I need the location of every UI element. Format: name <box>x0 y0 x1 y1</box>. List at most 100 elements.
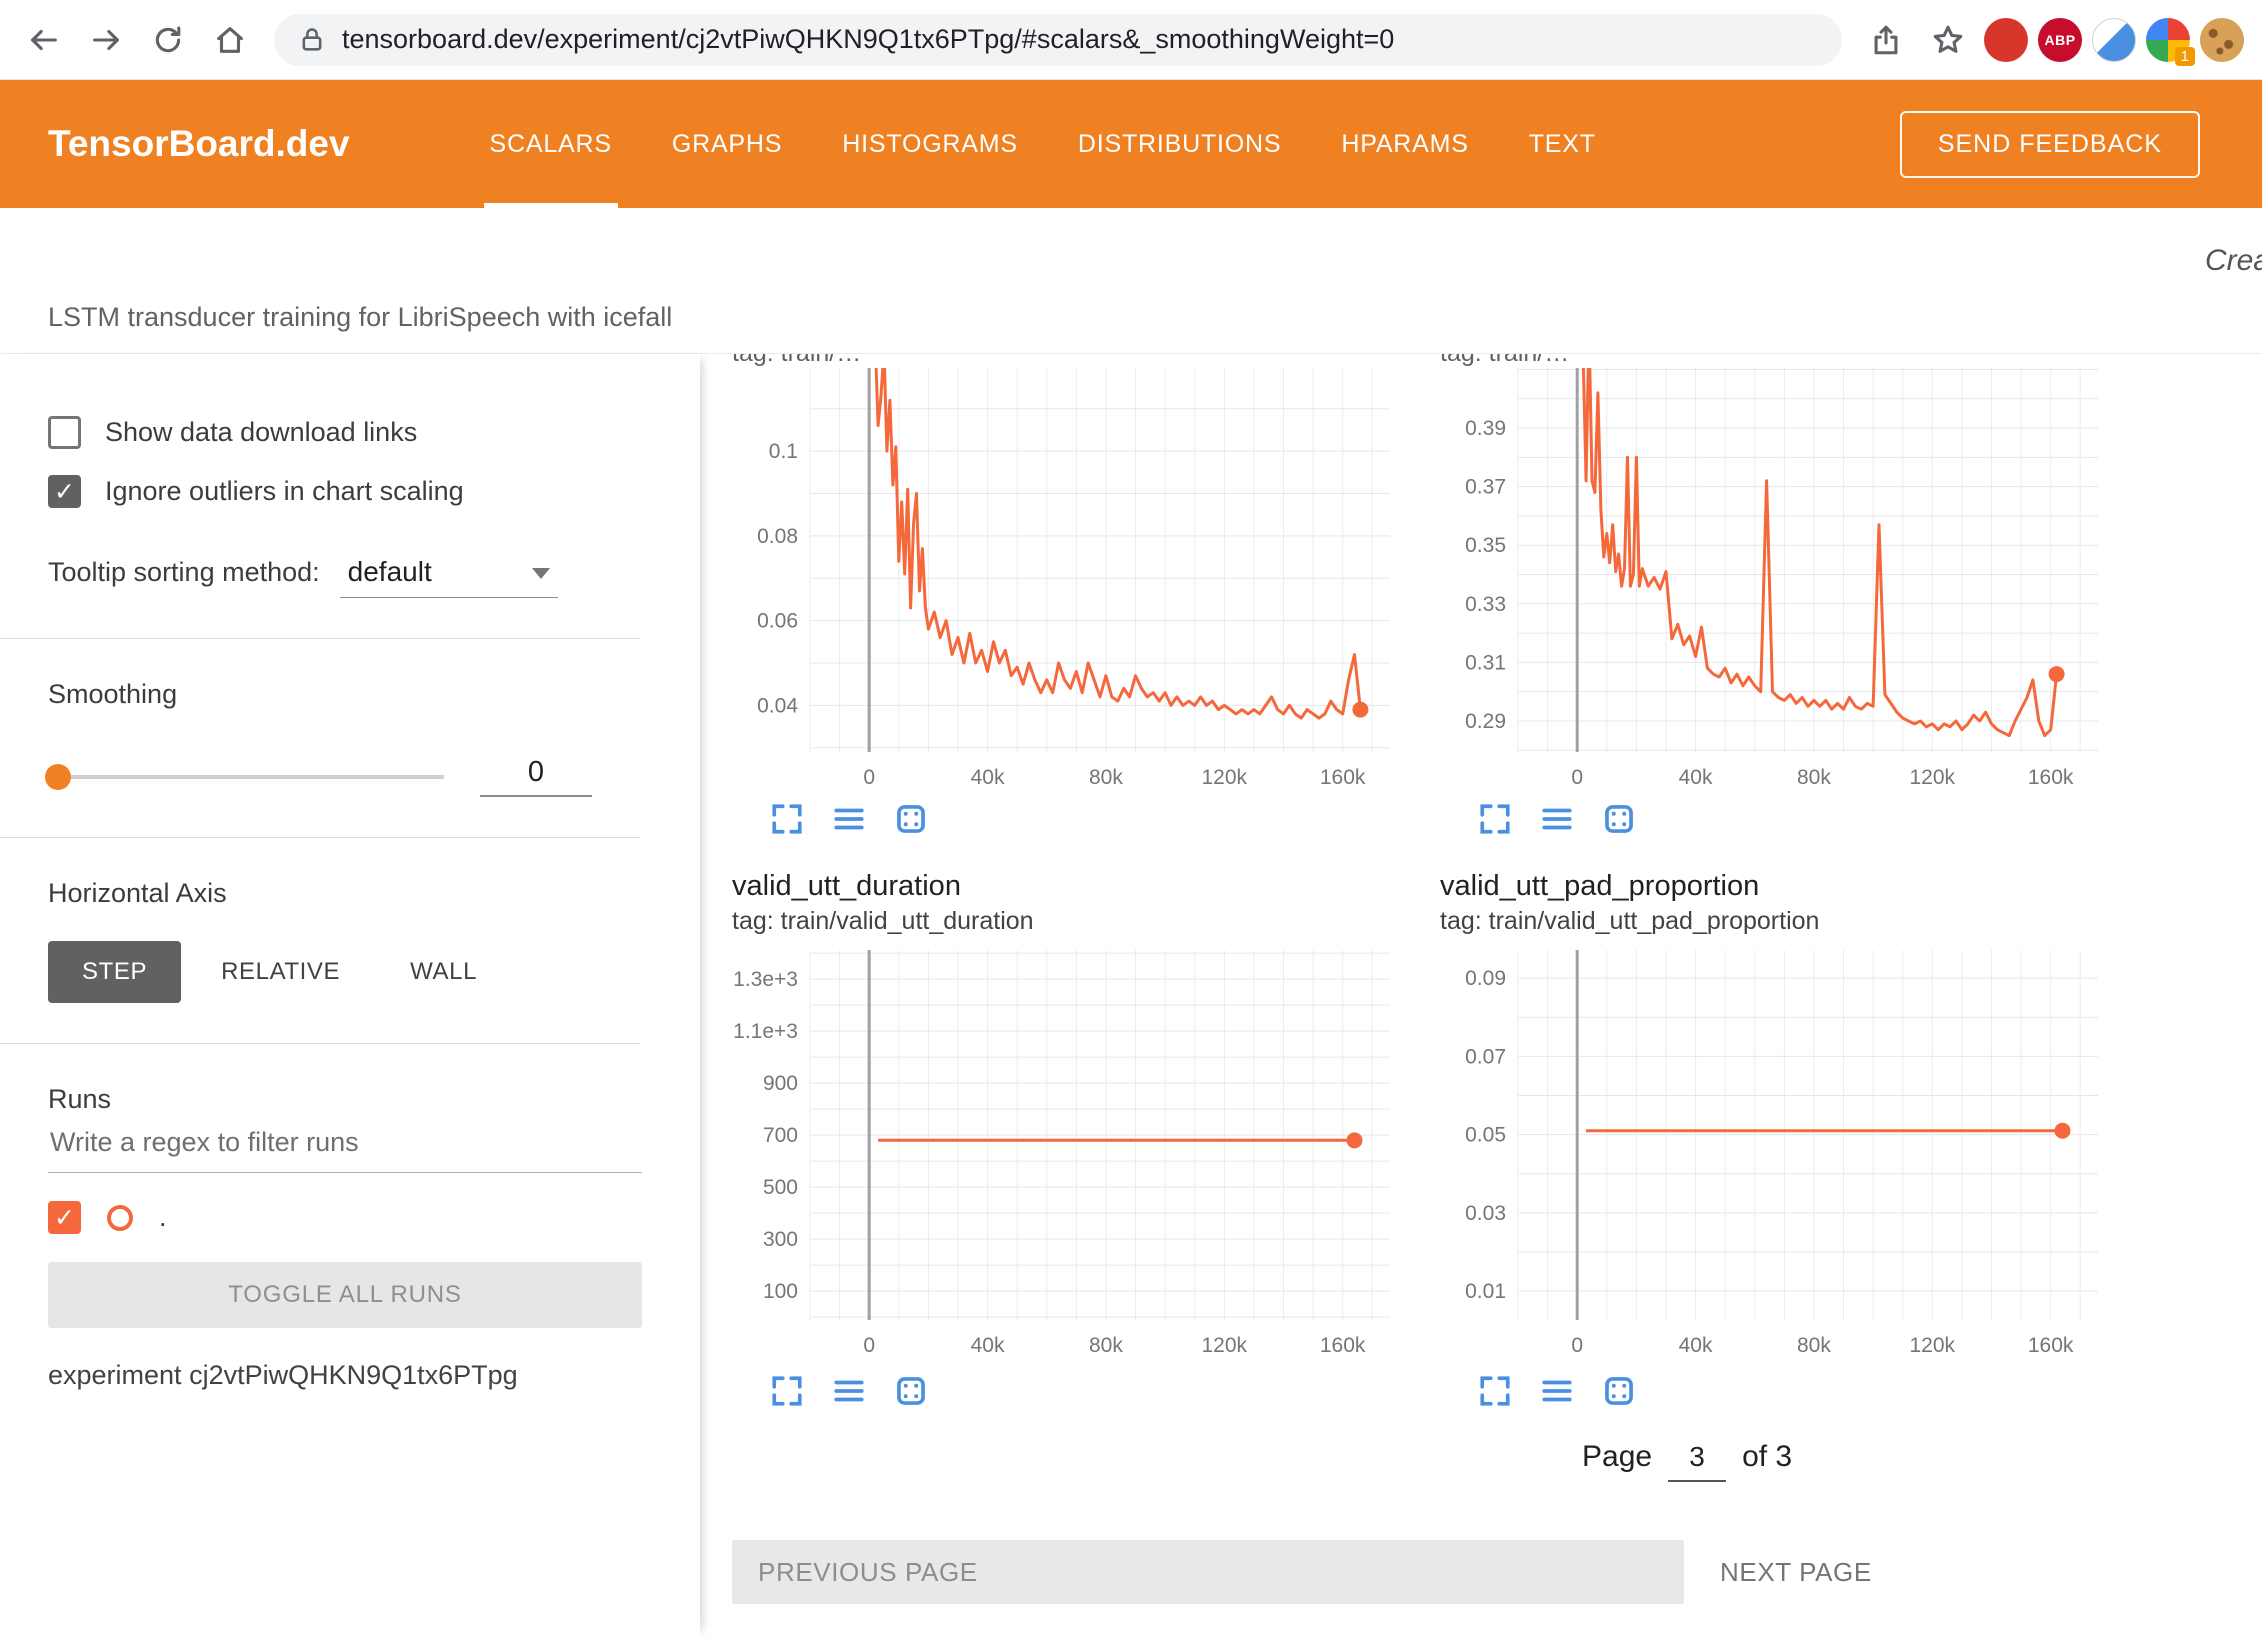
runs-label: Runs <box>48 1084 642 1115</box>
fit-domain-icon[interactable] <box>894 802 928 836</box>
nav-tab-histograms[interactable]: HISTOGRAMS <box>812 80 1048 208</box>
abp-extension-icon[interactable]: ABP <box>2038 18 2082 62</box>
clipped-tag-text: tag: train/… <box>1440 354 2120 368</box>
main-nav: SCALARS GRAPHS HISTOGRAMS DISTRIBUTIONS … <box>460 80 1626 208</box>
nav-tab-scalars[interactable]: SCALARS <box>460 80 642 208</box>
browser-window: tensorboard.dev/experiment/cj2vtPiwQHKN9… <box>0 0 2262 1636</box>
smoothing-slider[interactable] <box>48 775 444 779</box>
slider-thumb[interactable] <box>45 764 71 790</box>
fit-domain-icon[interactable] <box>1602 802 1636 836</box>
back-icon[interactable] <box>18 14 70 66</box>
fit-domain-icon[interactable] <box>1602 1374 1636 1408</box>
show-download-links-checkbox[interactable] <box>48 416 81 449</box>
svg-text:0: 0 <box>863 766 875 789</box>
nav-tab-hparams[interactable]: HPARAMS <box>1311 80 1498 208</box>
ignore-outliers-checkbox[interactable] <box>48 475 81 508</box>
toggle-all-runs-button[interactable]: TOGGLE ALL RUNS <box>48 1262 642 1328</box>
svg-text:80k: 80k <box>1797 1334 1831 1357</box>
svg-text:80k: 80k <box>1089 766 1123 789</box>
nav-tab-distributions[interactable]: DISTRIBUTIONS <box>1048 80 1311 208</box>
scalar-card: tag: train/… 0.290.310.330.350.370.39040… <box>1430 354 2120 838</box>
settings-sidebar: Show data download links Ignore outliers… <box>0 354 700 1636</box>
fullscreen-icon[interactable] <box>770 802 804 836</box>
ignore-outliers-row[interactable]: Ignore outliers in chart scaling <box>48 475 642 508</box>
run-checkbox[interactable] <box>48 1201 81 1234</box>
next-page-button[interactable]: NEXT PAGE <box>1720 1557 1872 1588</box>
pager-buttons: PREVIOUS PAGE NEXT PAGE <box>722 1540 2262 1604</box>
tooltip-sorting-select[interactable]: default <box>340 556 558 598</box>
svg-text:0.01: 0.01 <box>1465 1280 1506 1303</box>
address-bar[interactable]: tensorboard.dev/experiment/cj2vtPiwQHKN9… <box>274 14 1842 66</box>
svg-text:40k: 40k <box>1679 1334 1713 1357</box>
reload-icon[interactable] <box>142 14 194 66</box>
svg-text:300: 300 <box>763 1228 798 1251</box>
share-icon[interactable] <box>1860 14 1912 66</box>
fullscreen-icon[interactable] <box>770 1374 804 1408</box>
chevron-down-icon <box>532 568 550 579</box>
svg-text:100: 100 <box>763 1280 798 1303</box>
svg-text:40k: 40k <box>1679 766 1713 789</box>
adblock-extension-icon[interactable] <box>1984 18 2028 62</box>
fit-domain-icon[interactable] <box>894 1374 928 1408</box>
send-feedback-button[interactable]: SEND FEEDBACK <box>1900 111 2200 178</box>
svg-text:700: 700 <box>763 1124 798 1147</box>
svg-text:0.09: 0.09 <box>1465 967 1506 990</box>
svg-text:0.37: 0.37 <box>1465 476 1506 499</box>
step-button[interactable]: STEP <box>48 941 181 1003</box>
svg-text:0.29: 0.29 <box>1465 710 1506 733</box>
scalar-chart[interactable]: 0.010.030.050.070.09040k80k120k160k <box>1438 942 2108 1366</box>
divider <box>0 1043 640 1044</box>
previous-page-button[interactable]: PREVIOUS PAGE <box>732 1540 1684 1604</box>
fullscreen-icon[interactable] <box>1478 1374 1512 1408</box>
forward-icon[interactable] <box>80 14 132 66</box>
svg-text:0.33: 0.33 <box>1465 593 1506 616</box>
wall-button[interactable]: WALL <box>380 941 507 1003</box>
svg-text:120k: 120k <box>1910 766 1956 789</box>
browser-chrome: tensorboard.dev/experiment/cj2vtPiwQHKN9… <box>0 0 2262 80</box>
data-lines-icon[interactable] <box>832 802 866 836</box>
data-lines-icon[interactable] <box>1540 1374 1574 1408</box>
pagination: Page of 3 <box>1582 1440 2262 1482</box>
scalar-chart[interactable]: 0.040.060.080.1040k80k120k160k <box>730 368 1400 794</box>
extension-icon[interactable] <box>2092 18 2136 62</box>
nav-tab-text[interactable]: TEXT <box>1499 80 1626 208</box>
svg-text:120k: 120k <box>1910 1334 1956 1357</box>
run-row[interactable]: . <box>48 1201 642 1234</box>
scalar-chart[interactable]: 0.290.310.330.350.370.39040k80k120k160k <box>1438 368 2108 794</box>
app-logo[interactable]: TensorBoard.dev <box>48 123 350 165</box>
svg-text:40k: 40k <box>971 1334 1005 1357</box>
bookmark-star-icon[interactable] <box>1922 14 1974 66</box>
home-icon[interactable] <box>204 14 256 66</box>
svg-text:0.07: 0.07 <box>1465 1045 1506 1068</box>
smoothing-value-input[interactable] <box>480 756 592 797</box>
data-lines-icon[interactable] <box>1540 802 1574 836</box>
svg-text:0: 0 <box>1571 1334 1583 1357</box>
divider <box>0 638 640 639</box>
show-download-links-row[interactable]: Show data download links <box>48 416 642 449</box>
profile-extension-icon[interactable]: 1 <box>2146 18 2190 62</box>
page-of-label: of 3 <box>1742 1440 1792 1474</box>
smoothing-label: Smoothing <box>48 679 642 710</box>
page-number-input[interactable] <box>1668 1441 1726 1482</box>
svg-text:160k: 160k <box>1320 766 1366 789</box>
scalar-chart[interactable]: 1003005007009001.1e+31.3e+3040k80k120k16… <box>730 942 1400 1366</box>
cookie-extension-icon[interactable] <box>2200 18 2244 62</box>
page-label: Page <box>1582 1440 1652 1474</box>
app-header: TensorBoard.dev SCALARS GRAPHS HISTOGRAM… <box>0 80 2262 208</box>
chart-tag: tag: train/valid_utt_duration <box>732 907 1412 936</box>
svg-text:900: 900 <box>763 1072 798 1095</box>
scalar-card: tag: train/… 0.040.060.080.1040k80k120k1… <box>722 354 1412 838</box>
relative-button[interactable]: RELATIVE <box>191 941 370 1003</box>
svg-text:40k: 40k <box>971 766 1005 789</box>
nav-tab-graphs[interactable]: GRAPHS <box>642 80 812 208</box>
run-name-label: . <box>159 1202 167 1233</box>
svg-text:0.1: 0.1 <box>769 440 798 463</box>
fullscreen-icon[interactable] <box>1478 802 1512 836</box>
truncated-right-text: Crea <box>2205 244 2262 278</box>
data-lines-icon[interactable] <box>832 1374 866 1408</box>
experiment-description: LSTM transducer training for LibriSpeech… <box>48 302 672 333</box>
url-text[interactable]: tensorboard.dev/experiment/cj2vtPiwQHKN9… <box>342 24 1394 55</box>
runs-filter-input[interactable] <box>48 1115 642 1173</box>
svg-text:0: 0 <box>1571 766 1583 789</box>
svg-text:0.08: 0.08 <box>757 525 798 548</box>
